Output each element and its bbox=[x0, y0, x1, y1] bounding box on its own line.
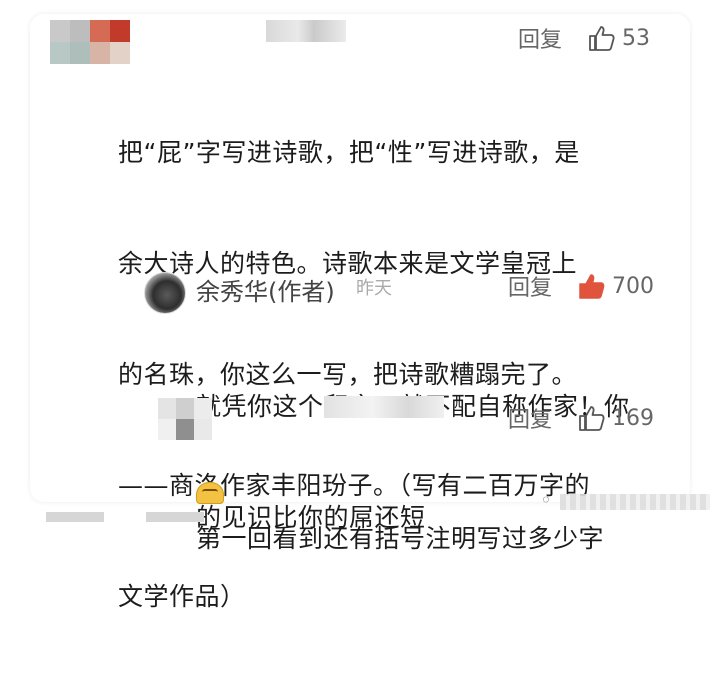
author-reply-actions: 回复 700 bbox=[508, 270, 654, 302]
comment-card: 回复 53 把“屁”字写进诗歌，把“性”写进诗歌，是 余大诗人的特色。诗歌本来是… bbox=[30, 14, 710, 611]
like-count: 53 bbox=[622, 25, 651, 51]
reply-button[interactable]: 回复 bbox=[508, 270, 552, 302]
replier-avatar[interactable] bbox=[158, 398, 212, 440]
commenter-name-redacted bbox=[266, 20, 346, 42]
like-count: 169 bbox=[612, 405, 655, 431]
replier-name-redacted bbox=[324, 396, 444, 418]
other-reply-actions: 回复 169 bbox=[508, 402, 654, 434]
watermark-icon: ◦ bbox=[540, 488, 552, 512]
thumbs-up-icon[interactable] bbox=[586, 23, 616, 53]
reply-time: 昨天 bbox=[356, 278, 392, 299]
footer-redacted bbox=[146, 512, 204, 522]
comment-line: 把“屁”字写进诗歌，把“性”写进诗歌，是 bbox=[118, 138, 580, 167]
thumbs-up-icon[interactable] bbox=[576, 271, 606, 301]
footer-redacted bbox=[46, 512, 104, 522]
author-avatar[interactable] bbox=[144, 272, 186, 314]
emoji-icon bbox=[196, 482, 224, 504]
thumbs-up-icon[interactable] bbox=[576, 403, 606, 433]
reply-line: 第一回看到还有括号注明写过多少字 bbox=[196, 524, 605, 553]
author-name[interactable]: 余秀华(作者) bbox=[196, 272, 335, 307]
comment-actions: 回复 53 bbox=[518, 22, 650, 54]
watermark bbox=[560, 494, 710, 510]
other-reply-body: 第一回看到还有括号注明写过多少字 bbox=[196, 446, 604, 631]
reply-button[interactable]: 回复 bbox=[508, 402, 552, 434]
reply-button[interactable]: 回复 bbox=[518, 22, 562, 54]
like-count: 700 bbox=[612, 273, 655, 299]
